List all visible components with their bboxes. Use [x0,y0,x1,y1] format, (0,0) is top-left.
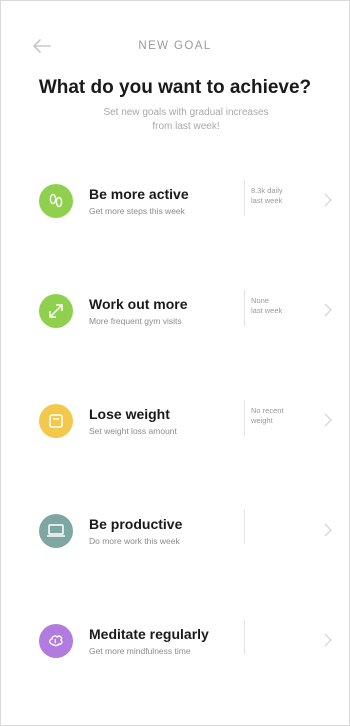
footprints-icon [39,184,73,218]
goal-stat: None last week [244,290,306,326]
new-goal-screen: NEW GOAL What do you want to achieve? Se… [0,0,350,726]
goal-stat: No recent weight [244,400,306,436]
goal-title: Work out more [89,296,188,312]
top-bar: NEW GOAL [1,35,349,59]
goal-subtitle: Get more mindfulness time [89,646,191,656]
goal-item-work-out-more[interactable]: Work out more More frequent gym visits N… [1,290,349,364]
goal-item-meditate-regularly[interactable]: Meditate regularly Get more mindfulness … [1,620,349,694]
chevron-right-icon [324,193,332,207]
goal-title: Be more active [89,186,189,202]
goal-item-be-more-active[interactable]: Be more active Get more steps this week … [1,180,349,254]
scale-icon [39,404,73,438]
headline: What do you want to achieve? [38,77,312,98]
page-title: NEW GOAL [138,40,212,52]
subtitle: Set new goals with gradual increases fro… [103,107,269,132]
goal-stat: 8.3k daily last week [244,180,306,216]
laptop-icon [39,514,73,548]
goal-title: Meditate regularly [89,626,209,642]
brain-icon [39,624,73,658]
goal-item-lose-weight[interactable]: Lose weight Set weight loss amount No re… [1,400,349,474]
goal-subtitle: Get more steps this week [89,206,185,216]
goal-stat [244,620,306,654]
goal-title: Lose weight [89,406,170,422]
goal-title: Be productive [89,516,183,532]
chevron-right-icon [324,523,332,537]
goal-subtitle: Do more work this week [89,536,180,546]
expand-arrows-icon [39,294,73,328]
chevron-right-icon [324,413,332,427]
goal-subtitle: More frequent gym visits [89,316,182,326]
goal-stat [244,510,306,544]
goal-subtitle: Set weight loss amount [89,426,177,436]
chevron-right-icon [324,633,332,647]
goal-item-be-productive[interactable]: Be productive Do more work this week [1,510,349,584]
chevron-right-icon [324,303,332,317]
